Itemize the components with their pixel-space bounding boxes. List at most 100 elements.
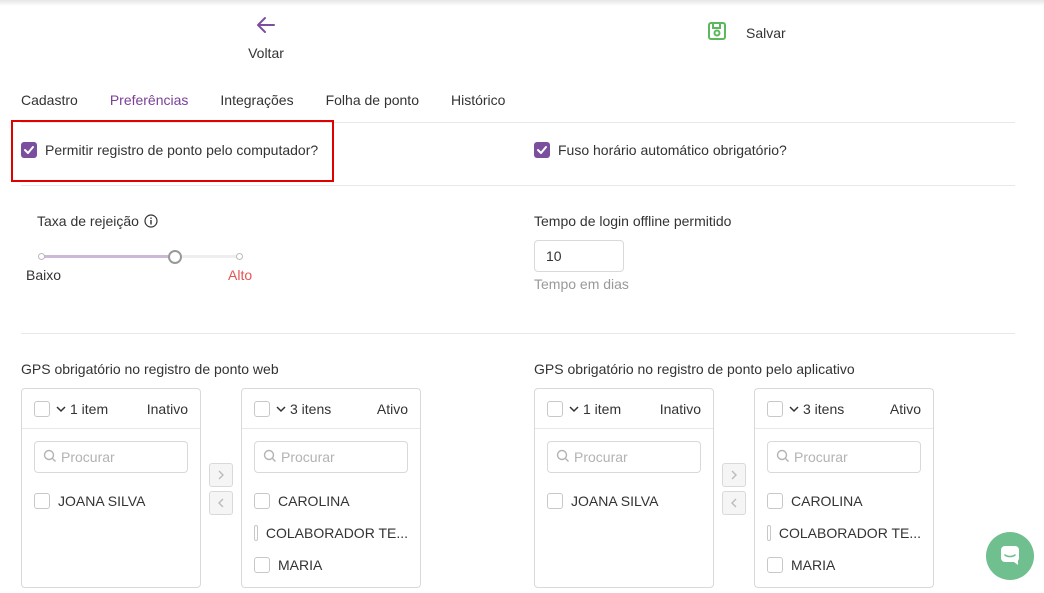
item-checkbox[interactable] — [34, 493, 50, 509]
chevron-down-icon[interactable] — [789, 404, 799, 414]
panel-header: 3 itens Ativo — [242, 389, 420, 429]
arrow-left-icon — [255, 14, 277, 39]
save-label: Salvar — [746, 24, 786, 41]
auto-timezone-label: Fuso horário automático obrigatório? — [558, 142, 787, 158]
chevron-down-icon[interactable] — [276, 404, 286, 414]
panel-status: Ativo — [889, 400, 921, 417]
item-label: COLABORADOR TE... — [778, 525, 921, 541]
item-checkbox[interactable] — [254, 493, 270, 509]
search-icon — [776, 449, 790, 466]
tab-bar: Cadastro Preferências Integrações Folha … — [21, 92, 537, 108]
panel-status: Ativo — [376, 400, 408, 417]
search-input[interactable] — [61, 449, 181, 465]
tab-folha-de-ponto[interactable]: Folha de ponto — [326, 92, 419, 108]
divider — [21, 185, 1015, 186]
item-label: JOANA SILVA — [571, 493, 659, 509]
divider — [21, 333, 1015, 334]
search-icon — [556, 449, 570, 466]
search-input[interactable] — [574, 449, 694, 465]
search-box — [254, 441, 408, 473]
list-item[interactable]: MARIA — [242, 549, 420, 581]
top-shadow — [0, 0, 1044, 6]
back-label: Voltar — [248, 45, 284, 61]
search-icon — [43, 449, 57, 466]
chevron-left-icon — [729, 495, 739, 511]
item-label: MARIA — [791, 557, 836, 573]
chevron-down-icon[interactable] — [56, 404, 66, 414]
panel-status: Inativo — [146, 400, 188, 417]
auto-timezone-checkbox[interactable] — [534, 142, 550, 158]
item-checkbox[interactable] — [254, 557, 270, 573]
list-item[interactable]: MARIA — [755, 549, 933, 581]
rejection-title: Taxa de rejeição — [37, 213, 158, 229]
item-count: 1 item — [70, 400, 109, 417]
select-all-checkbox[interactable] — [767, 400, 783, 417]
back-button[interactable]: Voltar — [240, 14, 292, 61]
gps-app-active-panel: 3 itens Ativo CAROLINA COLABORADOR TE...… — [754, 388, 934, 588]
rejection-label: Taxa de rejeição — [37, 213, 139, 229]
slider-handle[interactable] — [167, 250, 182, 264]
select-all-checkbox[interactable] — [34, 400, 50, 417]
info-icon[interactable] — [144, 214, 158, 228]
slider-fill — [42, 255, 175, 258]
move-left-button[interactable] — [722, 491, 746, 515]
item-label: JOANA SILVA — [58, 493, 146, 509]
select-all-checkbox[interactable] — [547, 400, 563, 417]
list-item[interactable]: CAROLINA — [242, 485, 420, 517]
auto-timezone-option[interactable]: Fuso horário automático obrigatório? — [534, 142, 787, 158]
allow-computer-option[interactable]: Permitir registro de ponto pelo computad… — [21, 142, 318, 158]
item-label: CAROLINA — [791, 493, 863, 509]
allow-computer-checkbox[interactable] — [21, 142, 37, 158]
item-checkbox[interactable] — [767, 525, 771, 541]
slider-max-dot — [236, 253, 243, 260]
slider-low-label: Baixo — [26, 267, 62, 283]
list-item[interactable]: JOANA SILVA — [535, 485, 713, 517]
save-button[interactable]: Salvar — [706, 20, 786, 45]
item-label: CAROLINA — [278, 493, 350, 509]
chat-button[interactable] — [986, 532, 1034, 580]
tab-historico[interactable]: Histórico — [451, 92, 505, 108]
slider-min-dot — [38, 253, 45, 260]
search-input[interactable] — [281, 449, 401, 465]
rejection-slider[interactable] — [38, 250, 248, 264]
search-box — [34, 441, 188, 473]
item-count: 1 item — [583, 400, 622, 417]
gps-web-inactive-panel: 1 item Inativo JOANA SILVA — [21, 388, 201, 588]
move-right-button[interactable] — [722, 463, 746, 487]
offline-title: Tempo de login offline permitido — [534, 213, 732, 229]
tab-preferencias[interactable]: Preferências — [110, 92, 189, 108]
tab-cadastro[interactable]: Cadastro — [21, 92, 78, 108]
item-checkbox[interactable] — [547, 493, 563, 509]
chevron-right-icon — [216, 467, 226, 483]
chat-icon — [998, 543, 1022, 570]
chevron-left-icon — [216, 495, 226, 511]
panel-header: 1 item Inativo — [535, 389, 713, 429]
tab-integracoes[interactable]: Integrações — [220, 92, 293, 108]
search-box — [547, 441, 701, 473]
search-icon — [263, 449, 277, 466]
item-checkbox[interactable] — [767, 493, 783, 509]
select-all-checkbox[interactable] — [254, 400, 270, 417]
search-box — [767, 441, 921, 473]
offline-days-input[interactable] — [534, 240, 624, 272]
item-checkbox[interactable] — [254, 525, 258, 541]
offline-hint: Tempo em dias — [534, 276, 629, 292]
slider-high-label: Alto — [228, 267, 253, 283]
save-icon — [706, 20, 728, 45]
chevron-right-icon — [729, 467, 739, 483]
move-left-button[interactable] — [209, 491, 233, 515]
item-checkbox[interactable] — [767, 557, 783, 573]
chevron-down-icon[interactable] — [569, 404, 579, 414]
move-right-button[interactable] — [209, 463, 233, 487]
item-label: MARIA — [278, 557, 323, 573]
item-count: 3 itens — [290, 400, 332, 417]
panel-status: Inativo — [659, 400, 701, 417]
list-item[interactable]: JOANA SILVA — [22, 485, 200, 517]
list-item[interactable]: CAROLINA — [755, 485, 933, 517]
list-item[interactable]: COLABORADOR TE... — [242, 517, 420, 549]
item-count: 3 itens — [803, 400, 845, 417]
search-input[interactable] — [794, 449, 914, 465]
list-item[interactable]: COLABORADOR TE... — [755, 517, 933, 549]
gps-web-title: GPS obrigatório no registro de ponto web — [21, 361, 279, 377]
gps-app-title: GPS obrigatório no registro de ponto pel… — [534, 361, 855, 377]
